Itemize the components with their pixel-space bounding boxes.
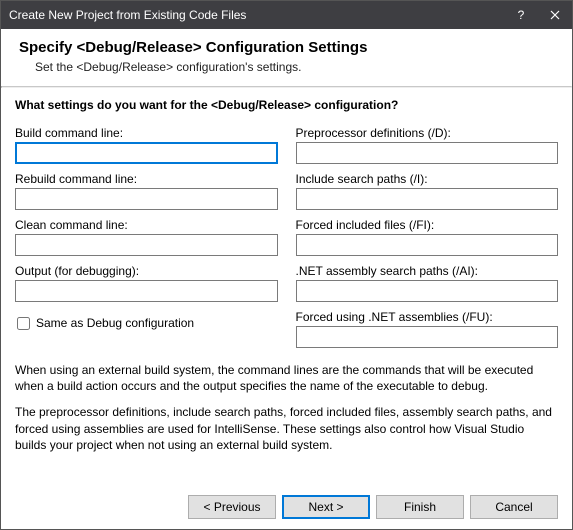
- forced-files-input[interactable]: [296, 234, 559, 256]
- same-as-debug-label: Same as Debug configuration: [36, 316, 194, 330]
- wizard-footer: < Previous Next > Finish Cancel: [188, 495, 558, 519]
- window-title: Create New Project from Existing Code Fi…: [9, 8, 504, 22]
- same-as-debug-checkbox[interactable]: [17, 317, 30, 330]
- titlebar: Create New Project from Existing Code Fi…: [1, 1, 572, 29]
- same-as-debug-row[interactable]: Same as Debug configuration: [15, 316, 278, 330]
- page-title: Specify <Debug/Release> Configuration Se…: [19, 39, 554, 56]
- previous-button[interactable]: < Previous: [188, 495, 276, 519]
- close-icon: [550, 10, 560, 20]
- description-text: When using an external build system, the…: [15, 362, 558, 453]
- include-paths-label: Include search paths (/I):: [296, 172, 559, 186]
- finish-button[interactable]: Finish: [376, 495, 464, 519]
- assembly-paths-input[interactable]: [296, 280, 559, 302]
- build-command-input[interactable]: [15, 142, 278, 164]
- description-p1: When using an external build system, the…: [15, 362, 558, 394]
- right-column: Preprocessor definitions (/D): Include s…: [296, 122, 559, 348]
- preprocessor-input[interactable]: [296, 142, 559, 164]
- rebuild-command-input[interactable]: [15, 188, 278, 210]
- left-column: Build command line: Rebuild command line…: [15, 122, 278, 348]
- build-command-label: Build command line:: [15, 126, 278, 140]
- close-button[interactable]: [538, 1, 572, 29]
- assembly-paths-label: .NET assembly search paths (/AI):: [296, 264, 559, 278]
- clean-command-input[interactable]: [15, 234, 278, 256]
- forced-using-input[interactable]: [296, 326, 559, 348]
- output-label: Output (for debugging):: [15, 264, 278, 278]
- preprocessor-label: Preprocessor definitions (/D):: [296, 126, 559, 140]
- forced-files-label: Forced included files (/FI):: [296, 218, 559, 232]
- cancel-button[interactable]: Cancel: [470, 495, 558, 519]
- page-subtitle: Set the <Debug/Release> configuration's …: [35, 60, 554, 74]
- description-p2: The preprocessor definitions, include se…: [15, 404, 558, 453]
- clean-command-label: Clean command line:: [15, 218, 278, 232]
- next-button[interactable]: Next >: [282, 495, 370, 519]
- header: Specify <Debug/Release> Configuration Se…: [1, 29, 572, 86]
- help-button[interactable]: ?: [504, 1, 538, 29]
- configuration-prompt: What settings do you want for the <Debug…: [15, 98, 558, 112]
- forced-using-label: Forced using .NET assemblies (/FU):: [296, 310, 559, 324]
- include-paths-input[interactable]: [296, 188, 559, 210]
- rebuild-command-label: Rebuild command line:: [15, 172, 278, 186]
- help-icon: ?: [518, 8, 525, 22]
- output-input[interactable]: [15, 280, 278, 302]
